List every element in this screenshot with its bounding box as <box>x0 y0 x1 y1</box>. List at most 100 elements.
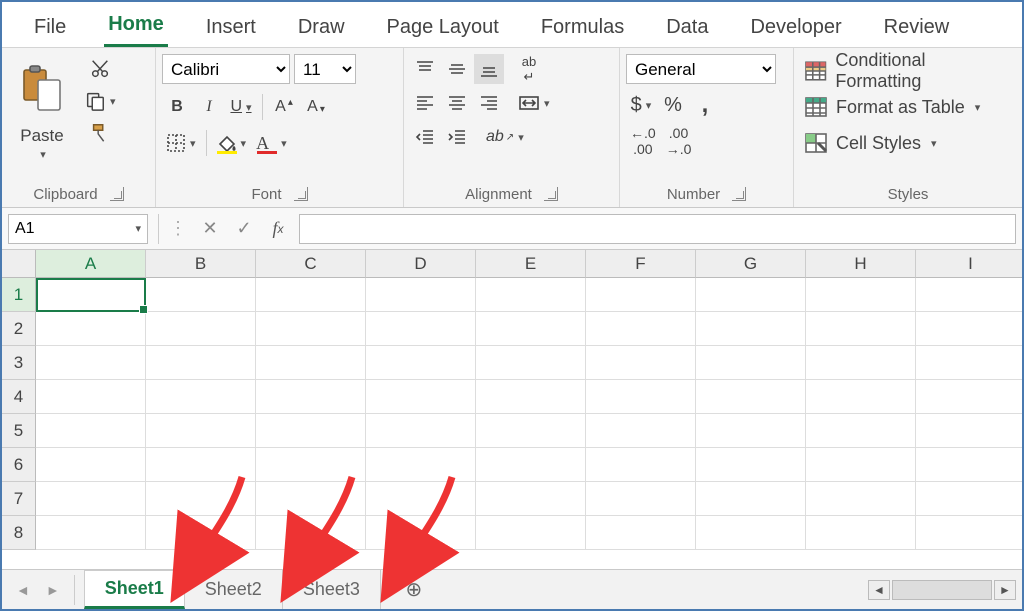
group-styles: Conditional Formatting Format as Table▾ … <box>794 48 1022 207</box>
paste-button[interactable] <box>12 54 72 124</box>
tab-data[interactable]: Data <box>662 16 712 47</box>
formula-bar: A1 ▾ ⋮ ✕ ✓ fx <box>2 208 1022 250</box>
group-number: General $▾ % , ←.0.00 .00→.0 Number <box>620 48 794 207</box>
borders-button[interactable]: ▾ <box>162 128 200 158</box>
name-box[interactable]: A1 ▾ <box>8 214 148 244</box>
formula-input[interactable] <box>299 214 1016 244</box>
group-label-font: Font <box>251 186 281 203</box>
ribbon: Paste ▾ ▾ Clipboard Calibri 11 <box>2 48 1022 208</box>
scroll-left-button[interactable]: ◄ <box>868 580 890 600</box>
row-header[interactable]: 5 <box>2 414 36 448</box>
chevron-down-icon[interactable]: ▾ <box>135 222 141 235</box>
drag-handle-icon[interactable]: ⋮ <box>163 218 193 239</box>
tab-developer[interactable]: Developer <box>746 16 845 47</box>
sheet-tab-bar: ◄ ► Sheet1 Sheet2 Sheet3 ⊕ ◄ ► <box>2 569 1022 609</box>
tab-home[interactable]: Home <box>104 13 168 47</box>
comma-format-button[interactable]: , <box>690 90 720 120</box>
format-as-table-button[interactable]: Format as Table▾ <box>800 90 1016 124</box>
tab-file[interactable]: File <box>30 16 70 47</box>
increase-font-button[interactable]: A▴ <box>269 92 299 122</box>
ribbon-tabs: File Home Insert Draw Page Layout Formul… <box>2 2 1022 48</box>
enter-formula-button[interactable]: ✓ <box>227 214 261 244</box>
scroll-right-button[interactable]: ► <box>994 580 1016 600</box>
column-header[interactable]: A <box>36 250 146 278</box>
tab-insert[interactable]: Insert <box>202 16 260 47</box>
column-header[interactable]: C <box>256 250 366 278</box>
row-header[interactable]: 6 <box>2 448 36 482</box>
bold-button[interactable]: B <box>162 92 192 122</box>
accounting-format-button[interactable]: $▾ <box>626 90 656 120</box>
align-center-button[interactable] <box>442 88 472 118</box>
sheet-tab[interactable]: Sheet2 <box>185 570 283 609</box>
number-format-select[interactable]: General <box>626 54 776 84</box>
row-headers: 1 2 3 4 5 6 7 8 <box>2 278 36 550</box>
dialog-launcher-icon[interactable] <box>294 187 308 201</box>
align-bottom-button[interactable] <box>474 54 504 84</box>
italic-button[interactable]: I <box>194 92 224 122</box>
group-clipboard: Paste ▾ ▾ Clipboard <box>2 48 156 207</box>
group-label-clipboard: Clipboard <box>33 186 97 203</box>
copy-button[interactable]: ▾ <box>80 86 120 116</box>
wrap-text-button[interactable]: ab↵ <box>514 54 544 84</box>
cancel-formula-button[interactable]: ✕ <box>193 214 227 244</box>
cell-styles-button[interactable]: Cell Styles▾ <box>800 126 1016 160</box>
cells[interactable] <box>36 278 1022 550</box>
dialog-launcher-icon[interactable] <box>544 187 558 201</box>
decrease-font-button[interactable]: A▾ <box>301 92 331 122</box>
sheet-tab[interactable]: Sheet1 <box>84 570 185 609</box>
sheet-grid: A B C D E F G H I 1 2 3 4 5 6 7 8 <box>2 250 1022 554</box>
group-label-alignment: Alignment <box>465 186 532 203</box>
column-header[interactable]: I <box>916 250 1022 278</box>
conditional-formatting-button[interactable]: Conditional Formatting <box>800 54 1016 88</box>
group-alignment: ab↵ ▾ ab↗▾ Alignment <box>404 48 620 207</box>
prev-sheet-button[interactable]: ◄ <box>8 578 38 602</box>
tab-formulas[interactable]: Formulas <box>537 16 628 47</box>
underline-button[interactable]: U▾ <box>226 92 256 122</box>
column-header[interactable]: E <box>476 250 586 278</box>
font-color-button[interactable]: A ▾ <box>252 128 291 158</box>
add-sheet-button[interactable]: ⊕ <box>399 575 429 605</box>
column-headers: A B C D E F G H I <box>36 250 1022 278</box>
row-header[interactable]: 2 <box>2 312 36 346</box>
tab-page-layout[interactable]: Page Layout <box>383 16 503 47</box>
dialog-launcher-icon[interactable] <box>732 187 746 201</box>
decrease-decimal-button[interactable]: .00→.0 <box>662 126 696 156</box>
format-painter-button[interactable] <box>80 118 120 148</box>
tab-draw[interactable]: Draw <box>294 16 349 47</box>
group-font: Calibri 11 B I U▾ A▴ A▾ ▾ ▾ <box>156 48 404 207</box>
row-header[interactable]: 3 <box>2 346 36 380</box>
cut-button[interactable] <box>80 54 120 84</box>
column-header[interactable]: H <box>806 250 916 278</box>
orientation-button[interactable]: ab↗▾ <box>482 122 528 152</box>
font-size-select[interactable]: 11 <box>294 54 356 84</box>
increase-decimal-button[interactable]: ←.0.00 <box>626 126 660 156</box>
fill-color-button[interactable]: ▾ <box>213 128 251 158</box>
align-top-button[interactable] <box>410 54 440 84</box>
column-header[interactable]: B <box>146 250 256 278</box>
align-left-button[interactable] <box>410 88 440 118</box>
horizontal-scrollbar[interactable]: ◄ ► <box>868 580 1016 600</box>
percent-format-button[interactable]: % <box>658 90 688 120</box>
font-family-select[interactable]: Calibri <box>162 54 290 84</box>
tab-review[interactable]: Review <box>880 16 954 47</box>
merge-center-button[interactable]: ▾ <box>514 88 554 118</box>
dialog-launcher-icon[interactable] <box>110 187 124 201</box>
column-header[interactable]: D <box>366 250 476 278</box>
decrease-indent-button[interactable] <box>410 122 440 152</box>
select-all-corner[interactable] <box>2 250 36 278</box>
column-header[interactable]: F <box>586 250 696 278</box>
align-middle-button[interactable] <box>442 54 472 84</box>
increase-indent-button[interactable] <box>442 122 472 152</box>
row-header[interactable]: 4 <box>2 380 36 414</box>
sheet-tab[interactable]: Sheet3 <box>283 570 381 609</box>
next-sheet-button[interactable]: ► <box>38 578 68 602</box>
column-header[interactable]: G <box>696 250 806 278</box>
chevron-down-icon[interactable]: ▾ <box>40 148 46 161</box>
insert-function-button[interactable]: fx <box>261 214 295 244</box>
row-header[interactable]: 1 <box>2 278 36 312</box>
row-header[interactable]: 8 <box>2 516 36 550</box>
paste-label: Paste <box>20 126 63 146</box>
row-header[interactable]: 7 <box>2 482 36 516</box>
group-label-number: Number <box>667 186 720 203</box>
align-right-button[interactable] <box>474 88 504 118</box>
